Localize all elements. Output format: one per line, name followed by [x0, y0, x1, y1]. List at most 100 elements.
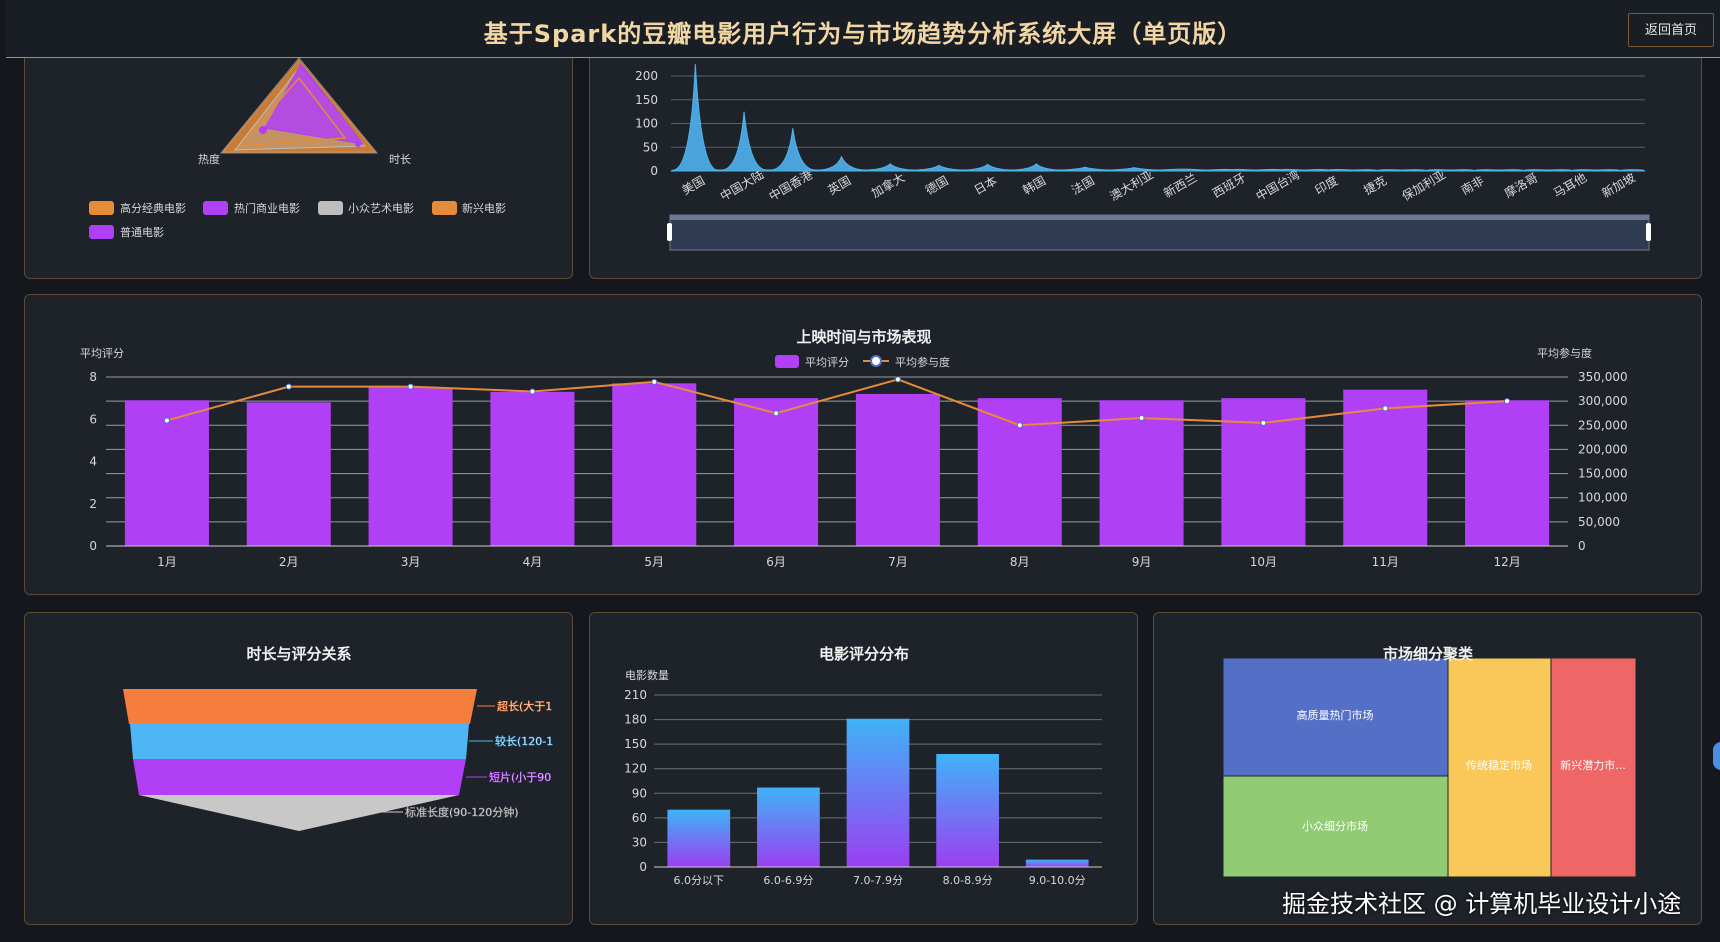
- rating-panel: 电影评分分布 电影数量 0 30 60 90 120 150 180 210 6.0分以下 6.0-6…: [589, 612, 1138, 925]
- y2-tick-label: 100,000: [1578, 491, 1628, 505]
- y-tick-label: 0: [639, 860, 647, 874]
- y2-tick-label: 0: [1578, 539, 1586, 553]
- y-tick-label: 150: [635, 93, 658, 107]
- y-tick-label: 50: [643, 140, 658, 154]
- chart-title: 电影评分分布: [819, 645, 909, 663]
- y-axis-title: 电影数量: [625, 669, 669, 682]
- y-tick-label: 120: [624, 762, 647, 776]
- y2-axis-title: 平均参与度: [1537, 346, 1592, 360]
- y2-tick-label: 250,000: [1578, 418, 1628, 432]
- x-tick-label: 11月: [1372, 555, 1399, 569]
- radar-legend[interactable]: 高分经典电影 热门商业电影 小众艺术电影 新兴电影 普通电影: [89, 201, 506, 239]
- line-point: [529, 388, 536, 395]
- y-tick-label: 90: [632, 786, 647, 800]
- legend-item: 热门商业电影: [234, 201, 300, 215]
- x-tick-label: 9.0-10.0分: [1029, 874, 1086, 887]
- funnel-segment: [123, 689, 477, 724]
- y-tick-label: 30: [632, 835, 647, 849]
- monthly-panel: 上映时间与市场表现 平均评分 平均参与度 平均评分 平均参与度 0 50,000 100,00…: [24, 294, 1702, 595]
- scroll-handle[interactable]: [1713, 742, 1720, 770]
- y-tick-label: 0: [650, 164, 658, 178]
- page-title: 基于Spark的豆瓣电影用户行为与市场趋势分析系统大屏（单页版）: [483, 20, 1243, 48]
- funnel-chart: 时长与评分关系 超长(大于1 较长(120-1 短片(小于90 标准长度(90-…: [123, 645, 554, 831]
- radar-chart: 热度 时长 高分经典电影 热门商业电影 小众艺术电影 新兴电影 普通电影: [89, 58, 506, 239]
- legend-item: 高分经典电影: [120, 201, 186, 215]
- y-tick-label: 150: [624, 737, 647, 751]
- line-point: [1016, 422, 1023, 429]
- y-tick-label: 210: [624, 688, 647, 702]
- y-tick-label: 0: [89, 539, 97, 553]
- bar: [490, 391, 575, 546]
- bar: [1099, 400, 1184, 546]
- legend-swatch: [89, 225, 114, 239]
- radar-label-duration: 时长: [389, 153, 411, 166]
- x-tick-label: 德国: [922, 173, 950, 198]
- watermark: 掘金技术社区 @ 计算机毕业设计小途: [1282, 890, 1682, 918]
- legend-swatch: [318, 201, 343, 215]
- treemap-panel: 市场细分聚类 高质量热门市场 小众细分市场 传统稳定市场 新兴潜力市...: [1153, 612, 1702, 925]
- y-tick-label: 4: [89, 455, 97, 469]
- bar: [846, 718, 910, 867]
- y2-tick-label: 300,000: [1578, 394, 1628, 408]
- x-tick-label: 日本: [972, 173, 1000, 197]
- funnel-label: 超长(大于1: [497, 699, 552, 713]
- bar: [368, 387, 453, 546]
- x-tick-label: 中国大陆: [717, 167, 766, 204]
- bar: [1025, 859, 1089, 867]
- y-tick-label: 60: [632, 811, 647, 825]
- area-series: [670, 64, 1646, 172]
- y-axis-title: 平均评分: [80, 347, 124, 360]
- back-home-button[interactable]: 返回首页: [1628, 13, 1714, 47]
- bar: [757, 787, 820, 867]
- line-point: [407, 383, 414, 390]
- x-tick-label: 马耳他: [1551, 170, 1589, 200]
- region-area-chart: 050100150200美国 中国大陆 中国香港 英国 加拿大 德国 日本 韩国 法国 澳大利亚新…: [635, 64, 1651, 251]
- y2-tick-label: 200,000: [1578, 442, 1628, 456]
- bar: [612, 383, 697, 546]
- y-tick-label: 180: [624, 713, 647, 727]
- line-point: [285, 383, 292, 390]
- x-tick-label: 5月: [644, 555, 664, 569]
- treemap-title: 市场细分聚类: [1383, 645, 1474, 663]
- treemap-label: 高质量热门市场: [1297, 708, 1374, 722]
- legend-swatch: [203, 201, 228, 215]
- line-point: [651, 378, 658, 385]
- bar: [667, 809, 731, 867]
- y-tick-label: 200: [635, 69, 658, 83]
- x-tick-label: 加拿大: [869, 170, 908, 201]
- x-tick-label: 12月: [1493, 555, 1520, 569]
- x-tick-label: 4月: [523, 555, 543, 569]
- funnel-label: 标准长度(90-120分钟): [405, 805, 519, 819]
- region-panel: 0 50 100 150 200 美国 中国大陆 中国香港 英国 加拿大 德国 日本 韩国 法国 澳大利亚新…: [589, 58, 1702, 279]
- x-tick-label: 韩国: [1020, 173, 1048, 198]
- funnel-label: 短片(小于90: [489, 770, 551, 784]
- radar-point: [259, 126, 267, 134]
- line-point: [1138, 415, 1145, 422]
- y-tick-label: 100: [635, 117, 658, 131]
- x-tick-label: 9月: [1132, 555, 1152, 569]
- zoom-handle-right[interactable]: [1646, 223, 1651, 241]
- treemap-label: 传统稳定市场: [1466, 758, 1532, 772]
- x-tick-label: 6月: [766, 555, 786, 569]
- radar-label-heat: 热度: [198, 152, 220, 166]
- x-tick-label: 澳大利亚: [1107, 167, 1156, 203]
- x-tick-label: 法国: [1069, 173, 1097, 197]
- x-tick-label: 2月: [279, 555, 299, 569]
- line-point: [163, 417, 170, 424]
- y2-tick-label: 50,000: [1578, 515, 1620, 529]
- funnel-title: 时长与评分关系: [246, 645, 351, 663]
- legend-swatch: [89, 201, 114, 215]
- zoom-slider[interactable]: [669, 214, 1650, 251]
- funnel-segment: [130, 724, 469, 759]
- y-tick-label: 2: [89, 497, 97, 511]
- line-point: [894, 376, 901, 383]
- x-tick-label: 南非: [1458, 173, 1486, 198]
- x-tick-label: 印度: [1312, 173, 1340, 198]
- line-point: [1382, 405, 1389, 412]
- y2-tick-label: 150,000: [1578, 467, 1628, 481]
- y2-tick-label: 350,000: [1578, 370, 1628, 384]
- line-point: [1504, 398, 1511, 405]
- chart-title: 上映时间与市场表现: [796, 328, 931, 346]
- legend-item: 平均参与度: [895, 355, 950, 369]
- zoom-handle-left[interactable]: [667, 223, 672, 241]
